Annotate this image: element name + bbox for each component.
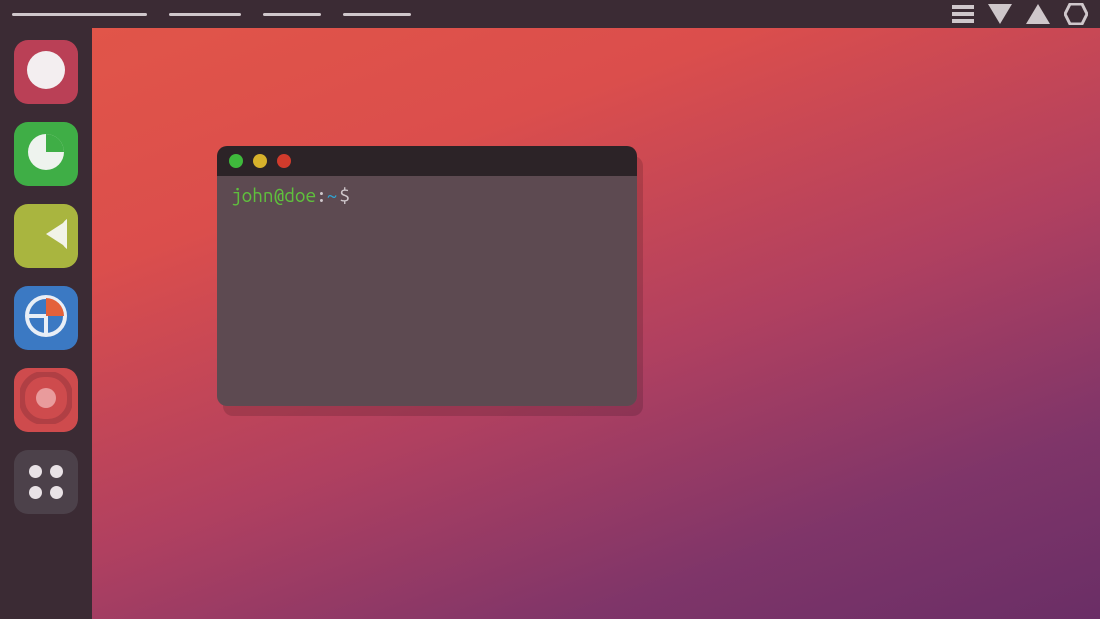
top-panel [0, 0, 1100, 28]
launcher-app-5[interactable] [14, 368, 78, 432]
menu-item-3[interactable] [263, 13, 321, 16]
window-close-icon[interactable] [229, 154, 243, 168]
prompt-user: john@doe [231, 184, 316, 206]
menu-bars-icon[interactable] [952, 5, 974, 23]
white-circle-icon [26, 50, 66, 94]
terminal-window[interactable]: john@doe:~$ [217, 146, 637, 406]
triangle-up-icon[interactable] [1026, 4, 1050, 24]
ring-red-icon [20, 372, 72, 428]
prompt-separator: : [316, 184, 327, 206]
pie-blue-icon [24, 294, 68, 342]
pie-green-icon [25, 131, 67, 177]
hexagon-outline-icon[interactable] [1064, 3, 1088, 25]
window-minimize-icon[interactable] [253, 154, 267, 168]
prompt-path: ~ [327, 184, 338, 206]
launcher-app-2[interactable] [14, 122, 78, 186]
launcher-sidebar [0, 28, 92, 619]
four-dots-icon [26, 462, 66, 502]
launcher-app-3[interactable] [14, 204, 78, 268]
triangle-down-icon[interactable] [988, 4, 1012, 24]
terminal-titlebar[interactable] [217, 146, 637, 176]
menu-item-1[interactable] [12, 13, 147, 16]
system-tray [952, 3, 1088, 25]
launcher-app-6[interactable] [14, 450, 78, 514]
menu-item-4[interactable] [343, 13, 411, 16]
launcher-app-4[interactable] [14, 286, 78, 350]
window-maximize-icon[interactable] [277, 154, 291, 168]
prompt-symbol: $ [337, 184, 350, 206]
menu-item-2[interactable] [169, 13, 241, 16]
terminal-body[interactable]: john@doe:~$ [217, 176, 637, 406]
launcher-app-1[interactable] [14, 40, 78, 104]
desktop-wallpaper[interactable]: john@doe:~$ [92, 28, 1100, 619]
pac-olive-icon [25, 213, 67, 259]
